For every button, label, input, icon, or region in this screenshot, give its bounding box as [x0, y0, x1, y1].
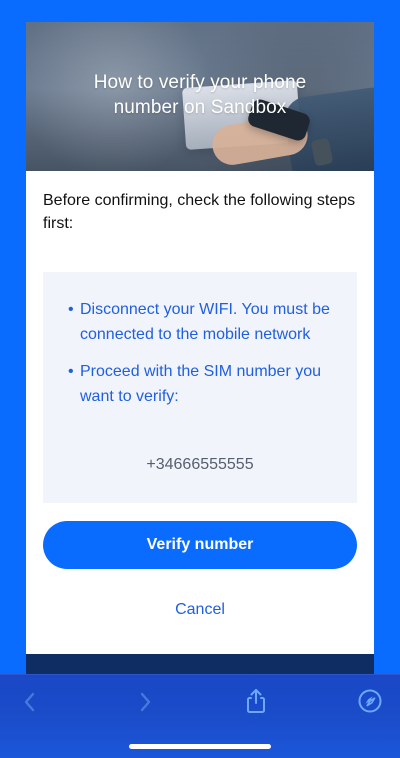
step-item-sim-number: • Proceed with the SIM number you want t…	[68, 359, 340, 409]
steps-panel: • Disconnect your WIFI. You must be conn…	[43, 272, 357, 503]
step-item-disconnect-wifi: • Disconnect your WIFI. You must be conn…	[68, 297, 340, 347]
intro-text: Before confirming, check the following s…	[43, 192, 356, 232]
share-icon[interactable]	[242, 687, 270, 715]
forward-icon[interactable]	[131, 688, 159, 716]
compass-icon[interactable]	[356, 687, 384, 715]
verify-number-button[interactable]: Verify number	[43, 521, 357, 569]
cancel-button[interactable]: Cancel	[26, 599, 374, 621]
dialog-title: How to verify your phone number on Sandb…	[93, 72, 307, 118]
step-text: Proceed with the SIM number you want to …	[80, 363, 322, 405]
verification-dialog: How to verify your phone number on Sandb…	[26, 22, 374, 682]
back-icon[interactable]	[16, 688, 44, 716]
step-bullet: •	[68, 301, 74, 318]
hero-banner: How to verify your phone number on Sandb…	[26, 22, 374, 171]
page-bottom-strip	[26, 654, 374, 674]
phone-number: +34666555555	[146, 456, 254, 473]
browser-page: How to verify your phone number on Sandb…	[0, 0, 400, 758]
step-bullet: •	[68, 363, 74, 380]
home-indicator	[129, 744, 271, 749]
step-text: Disconnect your WIFI. You must be connec…	[80, 301, 330, 343]
steps-list: • Disconnect your WIFI. You must be conn…	[68, 297, 340, 421]
